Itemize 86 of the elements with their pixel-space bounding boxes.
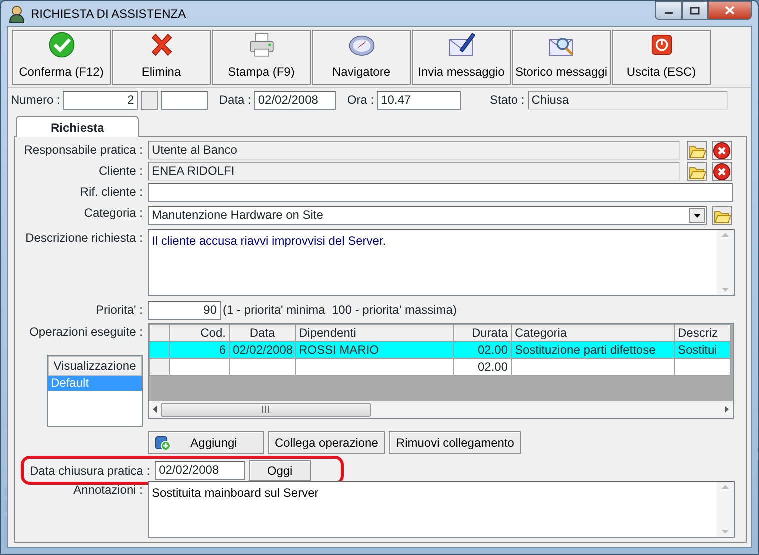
row-header[interactable]	[150, 358, 170, 376]
field-label: Descrizione richiesta :	[24, 230, 143, 247]
time-field[interactable]: 10.47	[377, 90, 462, 110]
priority-field[interactable]: 90	[148, 301, 221, 320]
toolbar-button[interactable]: Navigatore	[312, 30, 411, 85]
table-cell: 02.00	[454, 358, 512, 376]
clear-button[interactable]	[712, 141, 732, 160]
field-label: Priorita' :	[95, 302, 143, 319]
closing-date-field[interactable]: 02/02/2008	[155, 461, 246, 480]
browse-button[interactable]	[687, 162, 707, 181]
scroll-down-icon	[722, 288, 729, 292]
scroll-left-icon	[153, 406, 157, 413]
table-cell: 6	[170, 342, 230, 358]
date-field[interactable]: 02/02/2008	[254, 90, 336, 110]
column-header[interactable]: Cod.	[170, 324, 230, 342]
column-header[interactable]: Descriz	[674, 324, 730, 342]
field-label: Responsabile pratica :	[23, 142, 143, 159]
field-label: Categoria :	[83, 205, 143, 222]
field-label: Annotazioni :	[72, 482, 143, 499]
status-field: Chiusa	[528, 90, 728, 110]
lookup-field: ENEA RIDOLFI	[148, 162, 680, 181]
delete-icon	[713, 162, 731, 180]
notes-area[interactable]: Sostituita mainboard sul Server	[148, 481, 735, 538]
field-label: Data :	[219, 92, 252, 109]
table-cell: 02/02/2008	[230, 342, 296, 358]
grip-icon	[262, 406, 270, 413]
scroll-right-icon	[725, 406, 729, 413]
dropdown-caret-icon	[694, 214, 700, 218]
action-button[interactable]: Aggiungi	[148, 431, 264, 454]
toolbar-button[interactable]: Elimina	[112, 30, 211, 85]
description-text: Il cliente accusa riavvi improvvisi del Server.	[151, 233, 388, 250]
close-icon	[725, 6, 735, 15]
lookup-field: Utente al Banco	[148, 141, 680, 160]
maximize-icon	[690, 6, 700, 14]
column-header[interactable]: Durata	[454, 324, 512, 342]
action-button[interactable]: Collega operazione	[268, 431, 386, 454]
column-header[interactable]: Data	[230, 324, 296, 342]
description-area[interactable]: Il cliente accusa riavvi improvvisi del Server.	[148, 229, 735, 296]
maximize-button[interactable]	[682, 1, 708, 20]
vertical-scrollbar[interactable]	[717, 230, 734, 295]
select-value: Manutenzione Hardware on Site	[152, 207, 324, 224]
scroll-up-icon	[722, 233, 729, 237]
tab[interactable]: Richiesta	[16, 116, 140, 137]
field-label: Numero :	[11, 92, 60, 109]
small-button[interactable]	[141, 90, 158, 110]
field-label: Stato :	[490, 92, 525, 109]
row-header[interactable]	[150, 342, 170, 358]
category-select[interactable]: Manutenzione Hardware on Site	[148, 206, 707, 225]
clear-button[interactable]	[712, 162, 732, 181]
notes-text: Sostituita mainboard sul Server	[151, 485, 320, 502]
add-item-icon	[155, 434, 171, 450]
field-label: Cliente :	[98, 163, 143, 180]
column-header[interactable]: Dipendenti	[296, 324, 454, 342]
today-button[interactable]: Oggi	[249, 460, 312, 481]
scroll-up-icon	[722, 485, 729, 489]
field-label: Operazioni eseguite :	[28, 324, 143, 341]
window-title: RICHIESTA DI ASSISTENZA	[31, 6, 186, 22]
text-field[interactable]	[148, 183, 733, 202]
table-cell: Sostituzione parti difettose	[512, 342, 674, 358]
horizontal-scrollbar[interactable]	[149, 401, 733, 418]
table-cell: Sostitui	[674, 342, 730, 358]
toolbar-button[interactable]: Stampa (F9)	[212, 30, 311, 85]
minimize-button[interactable]	[655, 1, 682, 20]
list-header: Visualizzazione	[48, 356, 142, 376]
toolbar-button[interactable]: Uscita (ESC)	[612, 30, 711, 85]
column-header[interactable]: Categoria	[512, 324, 674, 342]
toolbar-button[interactable]: Storico messaggi	[512, 30, 611, 85]
user-icon	[9, 4, 25, 22]
browse-button[interactable]	[687, 141, 707, 160]
dropdown-button[interactable]	[689, 208, 705, 223]
vertical-scrollbar[interactable]	[717, 482, 734, 537]
action-button[interactable]: Rimuovi collegamento	[389, 431, 522, 454]
toolbar-button[interactable]: Invia messaggio	[412, 30, 511, 85]
table-cell: 02.00	[454, 342, 512, 358]
field-label: Data chiusura pratica :	[30, 462, 150, 480]
priority-hint: (1 - priorita' minima 100 - priorita' massima)	[223, 302, 457, 319]
number-suffix-field[interactable]	[161, 90, 208, 110]
toolbar-button[interactable]: Conferma (F12)	[12, 30, 111, 85]
table-cell: ROSSI MARIO	[296, 342, 454, 358]
delete-icon	[713, 142, 731, 160]
browse-button[interactable]	[712, 206, 732, 225]
field-label: Ora :	[347, 92, 374, 109]
scroll-down-icon	[722, 530, 729, 534]
field-label: Rif. cliente :	[79, 184, 143, 201]
close-button[interactable]	[708, 1, 752, 20]
number-field[interactable]: 2	[63, 90, 138, 110]
